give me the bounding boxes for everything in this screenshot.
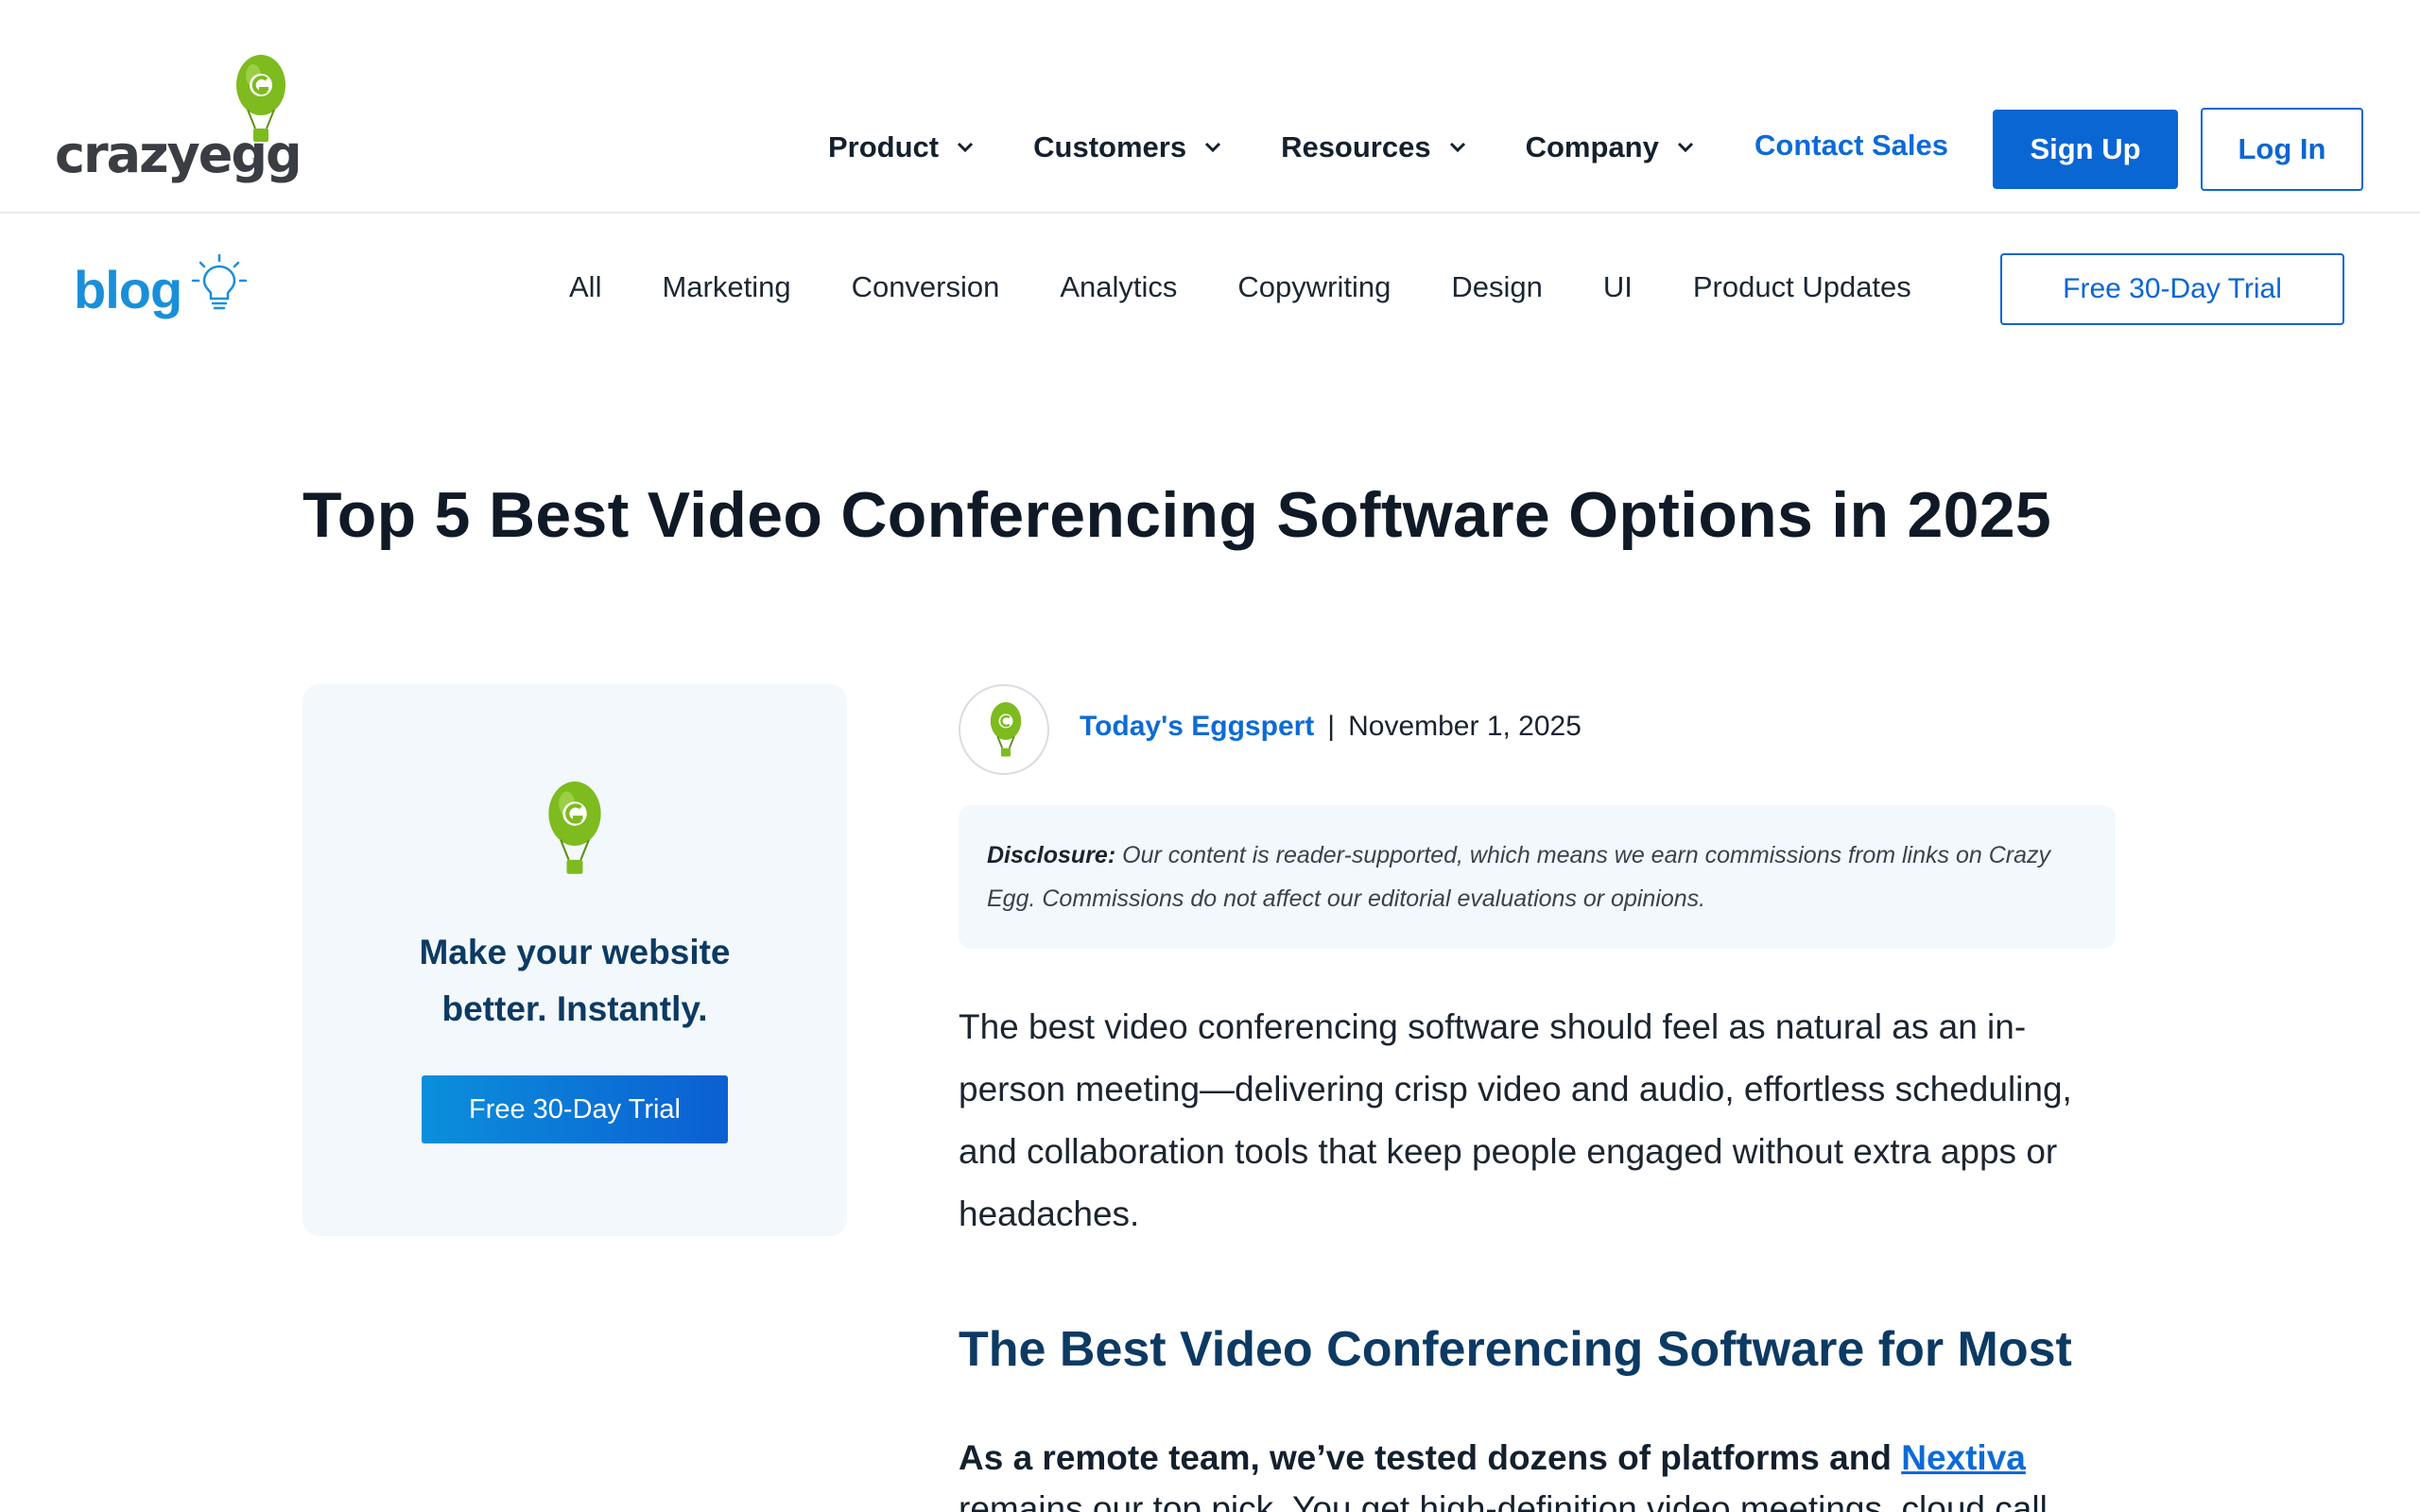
author-name-link[interactable]: Today's Eggspert xyxy=(1080,711,1314,743)
nav-company[interactable]: Company xyxy=(1526,130,1695,164)
nav-product-label: Product xyxy=(828,130,940,163)
category-design[interactable]: Design xyxy=(1451,270,1543,304)
crazyegg-logo[interactable]: crazyegg ™ xyxy=(55,53,302,185)
cta-line-1: Make your website xyxy=(419,933,731,971)
byline-separator: | xyxy=(1327,711,1336,742)
body-paragraph-continued: remains our top pick. You get high-defin… xyxy=(959,1493,2116,1512)
nav-company-label: Company xyxy=(1525,130,1659,163)
author-avatar[interactable] xyxy=(959,684,1049,775)
disclosure-box: Disclosure: Our content is reader-suppor… xyxy=(959,805,2116,949)
blog-logo[interactable]: blog xyxy=(74,253,253,329)
nav-product[interactable]: Product xyxy=(828,130,975,164)
nextiva-link[interactable]: Nextiva xyxy=(1901,1438,2026,1477)
free-trial-sidebar-button[interactable]: Free 30-Day Trial xyxy=(422,1075,728,1143)
site-header: crazyegg ™ Product Customers Resources C… xyxy=(0,0,2420,214)
publish-date: November 1, 2025 xyxy=(1348,711,1582,742)
sign-up-button[interactable]: Sign Up xyxy=(1993,110,2178,189)
chevron-down-icon xyxy=(1677,142,1693,153)
disclosure-text: Our content is reader-supported, which m… xyxy=(987,842,2051,912)
category-product-updates[interactable]: Product Updates xyxy=(1693,270,1911,304)
log-in-button[interactable]: Log In xyxy=(2201,108,2363,191)
chevron-down-icon xyxy=(1205,142,1221,153)
nav-customers-label: Customers xyxy=(1033,130,1187,163)
contact-sales-link[interactable]: Contact Sales xyxy=(1754,129,1948,163)
cta-line-2: better. Instantly. xyxy=(441,989,708,1028)
lightbulb-icon xyxy=(191,253,248,310)
category-marketing[interactable]: Marketing xyxy=(662,270,790,304)
balloon-logo-icon xyxy=(548,782,601,874)
blog-category-nav: All Marketing Conversion Analytics Copyw… xyxy=(569,270,1972,304)
free-trial-header-button[interactable]: Free 30-Day Trial xyxy=(2000,253,2344,325)
blog-wordmark: blog xyxy=(74,260,182,319)
category-ui[interactable]: UI xyxy=(1603,270,1633,304)
category-copywriting[interactable]: Copywriting xyxy=(1237,270,1391,304)
balloon-logo-icon xyxy=(990,702,1022,757)
article-byline: Today's Eggspert | November 1, 2025 xyxy=(1080,711,1582,743)
chevron-down-icon xyxy=(1449,142,1465,153)
body-paragraph: As a remote team, we’ve tested dozens of… xyxy=(959,1433,2026,1484)
balloon-logo-icon xyxy=(236,55,285,142)
nav-customers[interactable]: Customers xyxy=(1033,130,1222,164)
disclosure-label: Disclosure: xyxy=(987,842,1116,868)
nav-resources-label: Resources xyxy=(1281,130,1431,163)
article-intro: The best video conferencing software sho… xyxy=(959,1007,2072,1233)
article-title: Top 5 Best Video Conferencing Software O… xyxy=(302,479,2052,551)
body-text: As a remote team, we’ve tested dozens of… xyxy=(959,1438,1902,1477)
sidebar-cta-card: Make your website better. Instantly. Fre… xyxy=(302,684,847,1236)
cta-headline: Make your website better. Instantly. xyxy=(302,924,847,1038)
chevron-down-icon xyxy=(958,142,974,153)
category-all[interactable]: All xyxy=(569,270,601,304)
section-heading: The Best Video Conferencing Software for… xyxy=(959,1322,2072,1377)
category-conversion[interactable]: Conversion xyxy=(852,270,1000,304)
body-text-continued: remains our top pick. You get high-defin… xyxy=(959,1493,2116,1512)
nav-resources[interactable]: Resources xyxy=(1281,130,1467,164)
category-analytics[interactable]: Analytics xyxy=(1060,270,1177,304)
logo-trademark: ™ xyxy=(251,157,261,167)
main-navigation: Product Customers Resources Company xyxy=(828,130,1754,164)
